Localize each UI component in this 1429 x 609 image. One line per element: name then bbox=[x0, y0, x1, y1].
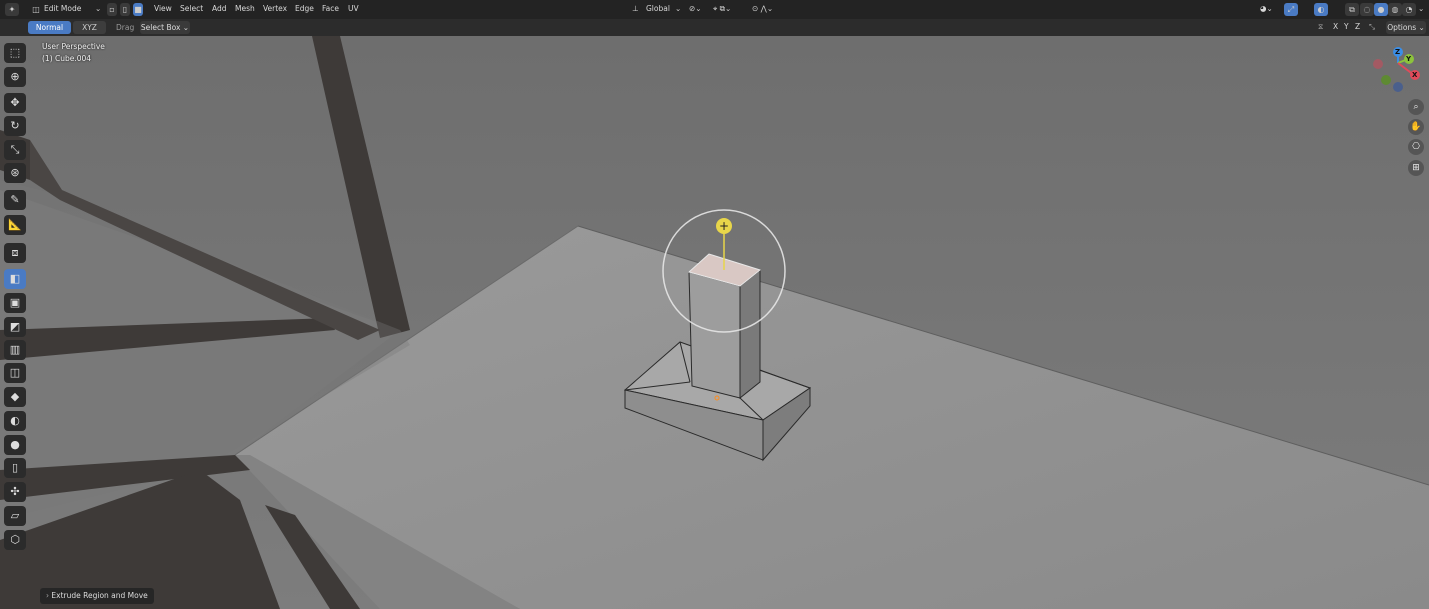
menu-select[interactable]: Select bbox=[180, 2, 203, 16]
poly-build-icon[interactable]: ◆ bbox=[4, 387, 26, 407]
edge-select-icon[interactable]: ▯ bbox=[120, 3, 130, 16]
vertex-select-icon[interactable]: ▫ bbox=[107, 3, 117, 16]
rotate-icon[interactable]: ↻ bbox=[4, 116, 26, 136]
gizmo-x-label: X bbox=[1412, 71, 1418, 79]
visibility-icon[interactable]: ◕⌄ bbox=[1260, 2, 1273, 16]
bevel-icon[interactable]: ◩ bbox=[4, 317, 26, 337]
transform-icon[interactable]: ⊛ bbox=[4, 163, 26, 183]
orientation-dropdown[interactable]: Global bbox=[646, 2, 670, 16]
solid-shading-icon[interactable]: ● bbox=[1374, 3, 1388, 16]
pivot-icon[interactable]: ⊘⌄ bbox=[689, 2, 702, 16]
mirror-y-toggle[interactable]: Y bbox=[1344, 20, 1349, 34]
editor-type-icon[interactable]: ✦ bbox=[5, 3, 19, 16]
chevron-down-icon: ⌄ bbox=[675, 4, 682, 13]
gizmo-z-label: Z bbox=[1395, 48, 1401, 56]
svg-text:+: + bbox=[719, 219, 729, 233]
tool-settings-bar: Normal XYZ Drag Select Box ⌄ ⧖ X Y Z ⤡ O… bbox=[0, 19, 1429, 36]
navigation-gizmo[interactable]: Z Y X bbox=[1370, 42, 1426, 98]
drag-value: Select Box bbox=[140, 23, 181, 32]
chevron-down-icon[interactable]: ⌄ bbox=[1418, 2, 1424, 16]
measure-icon[interactable]: 📐 bbox=[4, 215, 26, 235]
scale-icon[interactable]: ⤡ bbox=[4, 140, 26, 160]
camera-view-icon[interactable]: ⎔ bbox=[1408, 139, 1424, 155]
object-label: (1) Cube.004 bbox=[42, 54, 92, 63]
smooth-icon[interactable]: ● bbox=[4, 435, 26, 455]
menu-uv[interactable]: UV bbox=[348, 2, 359, 16]
gizmo-y-label: Y bbox=[1406, 55, 1412, 63]
material-shading-icon[interactable]: ◍ bbox=[1388, 3, 1402, 16]
shear-icon[interactable]: ▱ bbox=[4, 506, 26, 526]
annotate-icon[interactable]: ✎ bbox=[4, 190, 26, 210]
constraint-xyz-button[interactable]: XYZ bbox=[73, 21, 106, 34]
last-operator-label: Extrude Region and Move bbox=[51, 591, 148, 600]
inset-faces-icon[interactable]: ▣ bbox=[4, 293, 26, 313]
last-operator-panel[interactable]: › Extrude Region and Move bbox=[40, 588, 154, 604]
orientation-normal-button[interactable]: Normal bbox=[28, 21, 71, 34]
chevron-down-icon: ⌄ bbox=[95, 4, 102, 13]
drag-label: Drag bbox=[116, 23, 135, 32]
select-box-icon[interactable]: ⬚ bbox=[4, 43, 26, 63]
orientation-icon: ⊥ bbox=[632, 4, 639, 13]
mirror-x-toggle[interactable]: X bbox=[1333, 20, 1338, 34]
menu-mesh[interactable]: Mesh bbox=[235, 2, 255, 16]
mirror-z-toggle[interactable]: Z bbox=[1355, 20, 1360, 34]
pan-hand-icon[interactable]: ✋ bbox=[1408, 119, 1424, 135]
mirror-icon[interactable]: ⧖ bbox=[1318, 20, 1323, 34]
edge-slide-icon[interactable]: ▯ bbox=[4, 458, 26, 478]
wireframe-shading-icon[interactable]: ◌ bbox=[1360, 3, 1374, 16]
gizmo-toggle-icon[interactable]: ⤢ bbox=[1284, 3, 1298, 16]
loop-cut-icon[interactable]: ▥ bbox=[4, 340, 26, 360]
perspective-label: User Perspective bbox=[42, 42, 105, 51]
menu-face[interactable]: Face bbox=[322, 2, 339, 16]
move-icon[interactable]: ✥ bbox=[4, 93, 26, 113]
overlay-toggle-icon[interactable]: ◐ bbox=[1314, 3, 1328, 16]
spin-icon[interactable]: ◐ bbox=[4, 411, 26, 431]
cursor-icon[interactable]: ⊕ bbox=[4, 67, 26, 87]
menu-add[interactable]: Add bbox=[212, 2, 227, 16]
add-cube-icon[interactable]: ⧈ bbox=[4, 243, 26, 263]
face-select-icon[interactable]: ■ bbox=[133, 3, 143, 16]
snap-icon[interactable]: ⌖ ⧉⌄ bbox=[713, 2, 731, 16]
header-bar: ✦ ◫ Edit Mode ⌄ ▫ ▯ ■ View Select Add Me… bbox=[0, 0, 1429, 19]
menu-view[interactable]: View bbox=[154, 2, 172, 16]
options-dropdown[interactable]: Options ⌄ bbox=[1386, 21, 1426, 34]
knife-icon[interactable]: ◫ bbox=[4, 363, 26, 383]
rip-region-icon[interactable]: ⬡ bbox=[4, 530, 26, 550]
chevron-down-icon: ⌄ bbox=[1416, 23, 1425, 32]
zoom-icon[interactable]: ⌕ bbox=[1408, 99, 1424, 115]
chevron-down-icon: ⌄ bbox=[180, 23, 190, 32]
options-label: Options bbox=[1387, 23, 1417, 32]
scene-render: + bbox=[0, 36, 1429, 609]
3d-viewport[interactable]: + User Perspective (1) Cube.004 Z Y X ⌕ … bbox=[0, 36, 1429, 609]
ortho-grid-icon[interactable]: ⊞ bbox=[1408, 160, 1424, 176]
rendered-shading-icon[interactable]: ◔ bbox=[1402, 3, 1416, 16]
auto-merge-icon[interactable]: ⤡ bbox=[1369, 20, 1375, 34]
proportional-editing-icon[interactable]: ⊙ ⋀⌄ bbox=[752, 2, 773, 16]
menu-vertex[interactable]: Vertex bbox=[263, 2, 287, 16]
extrude-region-icon[interactable]: ◧ bbox=[4, 269, 26, 289]
menu-edge[interactable]: Edge bbox=[295, 2, 314, 16]
mode-icon: ◫ bbox=[32, 5, 40, 14]
drag-dropdown[interactable]: Select Box ⌄ bbox=[140, 21, 190, 34]
xray-icon[interactable]: ⧉ bbox=[1345, 3, 1359, 16]
shrink-fatten-icon[interactable]: ✣ bbox=[4, 482, 26, 502]
